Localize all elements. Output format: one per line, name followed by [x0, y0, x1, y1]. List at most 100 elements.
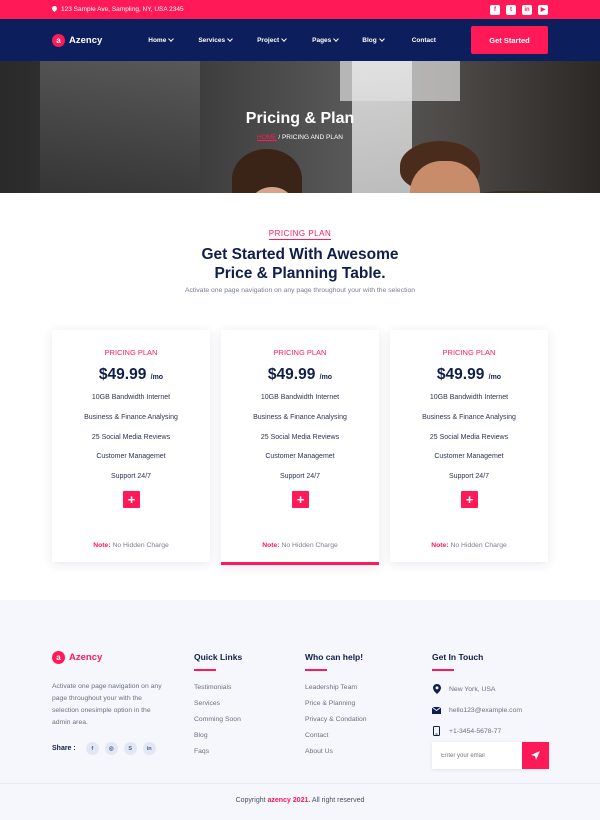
price-amount: $49.99 — [436, 366, 485, 383]
plan-title: PRICING PLAN — [273, 348, 327, 357]
address-text: 123 Sample Ave, Sampling, NY, USA 2345 — [61, 6, 184, 13]
footer-link[interactable]: Testimonials — [194, 680, 242, 696]
chevron-down-icon — [168, 36, 175, 42]
footer-link[interactable]: Comming Soon — [194, 712, 242, 728]
share-label: Share : — [52, 745, 76, 752]
top-info-bar: 123 Sample Ave, Sampling, NY, USA 2345 f… — [0, 0, 600, 19]
plan-title: PRICING PLAN — [442, 348, 496, 357]
breadcrumb-current: PRICING AND PLAN — [281, 134, 343, 141]
nav-item-label: Services — [198, 36, 226, 44]
youtube-icon[interactable]: ▶ — [538, 4, 548, 15]
note-text: No Hidden Charge — [110, 542, 169, 549]
plus-icon[interactable]: + — [461, 491, 478, 508]
footer-link[interactable]: About Us — [305, 744, 367, 760]
contact-email: hello123@example.com — [432, 700, 552, 721]
title-underline — [305, 669, 327, 671]
plus-icon[interactable]: + — [123, 491, 140, 508]
pricing-card: PRICING PLAN $49.99 /mo 10GB Bandwidth I… — [52, 330, 210, 562]
section-title-line: Get Started With Awesome — [201, 246, 399, 263]
note-label: Note: — [431, 542, 449, 549]
site-footer: a Azency Activate one page navigation on… — [0, 600, 600, 820]
mail-icon — [432, 706, 441, 715]
main-navbar: a Azency Home Services Project Pages Blo… — [0, 19, 600, 61]
nav-item-home[interactable]: Home — [148, 36, 175, 44]
nav-item-contact[interactable]: Contact — [412, 37, 436, 44]
location-pin-icon — [52, 6, 57, 13]
contact-location: New York, USA — [432, 679, 552, 700]
plan-feature: Business & Finance Analysing — [422, 414, 516, 421]
copyright: Copyright azency 2021. All right reserve… — [0, 797, 600, 804]
note-text: No Hidden Charge — [279, 542, 338, 549]
section-title: Get Started With Awesome Price & Plannin… — [0, 245, 600, 283]
footer-link[interactable]: Leadership Team — [305, 680, 367, 696]
footer-link[interactable]: Price & Planning — [305, 696, 367, 712]
facebook-icon[interactable]: f — [85, 742, 99, 755]
plan-title: PRICING PLAN — [104, 348, 158, 357]
dribbble-icon[interactable]: ◎ — [104, 742, 118, 755]
pricing-card: PRICING PLAN $49.99 /mo 10GB Bandwidth I… — [390, 330, 548, 562]
footer-link[interactable]: Contact — [305, 728, 367, 744]
nav-item-blog[interactable]: Blog — [362, 36, 385, 44]
send-button[interactable] — [522, 742, 549, 769]
plan-feature: 10GB Bandwidth Internet — [429, 394, 509, 401]
plan-feature: Customer Managemet — [265, 453, 335, 460]
footer-link[interactable]: Faqs — [194, 744, 242, 760]
skype-icon[interactable]: S — [123, 742, 137, 755]
pricing-section: PRICING PLAN Get Started With Awesome Pr… — [0, 193, 600, 600]
copyright-suffix: All right reserved — [310, 797, 365, 804]
twitter-icon[interactable]: t — [506, 4, 516, 15]
plus-icon[interactable]: + — [292, 491, 309, 508]
linkedin-icon[interactable]: in — [142, 742, 156, 755]
chevron-down-icon — [378, 36, 385, 42]
section-description: Activate one page navigation on any page… — [184, 287, 416, 294]
footer-about-text: Activate one page navigation on any page… — [52, 683, 162, 726]
phone-icon — [432, 726, 441, 736]
section-title-line: Price & Planning Table. — [214, 265, 386, 282]
price-amount: $49.99 — [267, 366, 316, 383]
plan-feature: Support 24/7 — [110, 473, 152, 480]
nav-item-label: Pages — [312, 36, 332, 44]
nav-item-label: Blog — [362, 36, 377, 44]
facebook-icon[interactable]: f — [490, 4, 500, 15]
contact-phone-text[interactable]: +1-3454-5678-77 — [449, 728, 501, 735]
price-period: /mo — [150, 374, 164, 381]
note-label: Note: — [262, 542, 280, 549]
get-started-button[interactable]: Get Started — [471, 26, 548, 54]
footer-quick-links: Quick Links Testimonials Services Commin… — [194, 652, 242, 760]
contact-email-text[interactable]: hello123@example.com — [449, 707, 522, 714]
send-icon — [531, 751, 540, 760]
nav-item-project[interactable]: Project — [257, 36, 287, 44]
nav-item-pages[interactable]: Pages — [312, 36, 340, 44]
plan-price: $49.99 /mo — [221, 366, 379, 384]
section-eyebrow: PRICING PLAN — [0, 229, 600, 240]
nav-item-label: Project — [257, 36, 280, 44]
site-logo[interactable]: a Azency — [52, 33, 102, 47]
title-underline — [194, 669, 216, 671]
plan-feature: 25 Social Media Reviews — [260, 434, 340, 441]
copyright-brand-link[interactable]: azency 2021. — [268, 797, 311, 804]
contact-location-text: New York, USA — [449, 685, 496, 693]
footer-link[interactable]: Blog — [194, 728, 242, 744]
footer-logo[interactable]: a Azency — [52, 651, 102, 664]
logo-mark: a — [52, 651, 65, 664]
copyright-prefix: Copyright — [235, 797, 268, 804]
note-text: No Hidden Charge — [448, 542, 507, 549]
nav-item-services[interactable]: Services — [198, 36, 233, 44]
footer-column-title: Who can help! — [305, 652, 364, 662]
footer-link[interactable]: Privacy & Condation — [305, 712, 367, 728]
plan-price: $49.99 /mo — [390, 366, 548, 384]
footer-column-title: Quick Links — [194, 652, 243, 662]
plan-note: Note: No Hidden Charge — [221, 542, 379, 549]
page-title: Pricing & Plan — [245, 110, 355, 127]
nav-item-label: Contact — [411, 36, 436, 44]
plan-feature: Customer Managemet — [434, 453, 504, 460]
address: 123 Sample Ave, Sampling, NY, USA 2345 — [52, 6, 184, 13]
plan-price: $49.99 /mo — [52, 366, 210, 384]
linkedin-icon[interactable]: in — [522, 4, 532, 15]
plan-feature: Business & Finance Analysing — [253, 414, 347, 421]
email-input[interactable] — [432, 752, 522, 759]
logo-text: Azency — [69, 652, 103, 663]
breadcrumb-home-link[interactable]: HOME — [257, 134, 277, 141]
footer-link[interactable]: Services — [194, 696, 242, 712]
top-social-links: f t in ▶ — [490, 4, 548, 15]
